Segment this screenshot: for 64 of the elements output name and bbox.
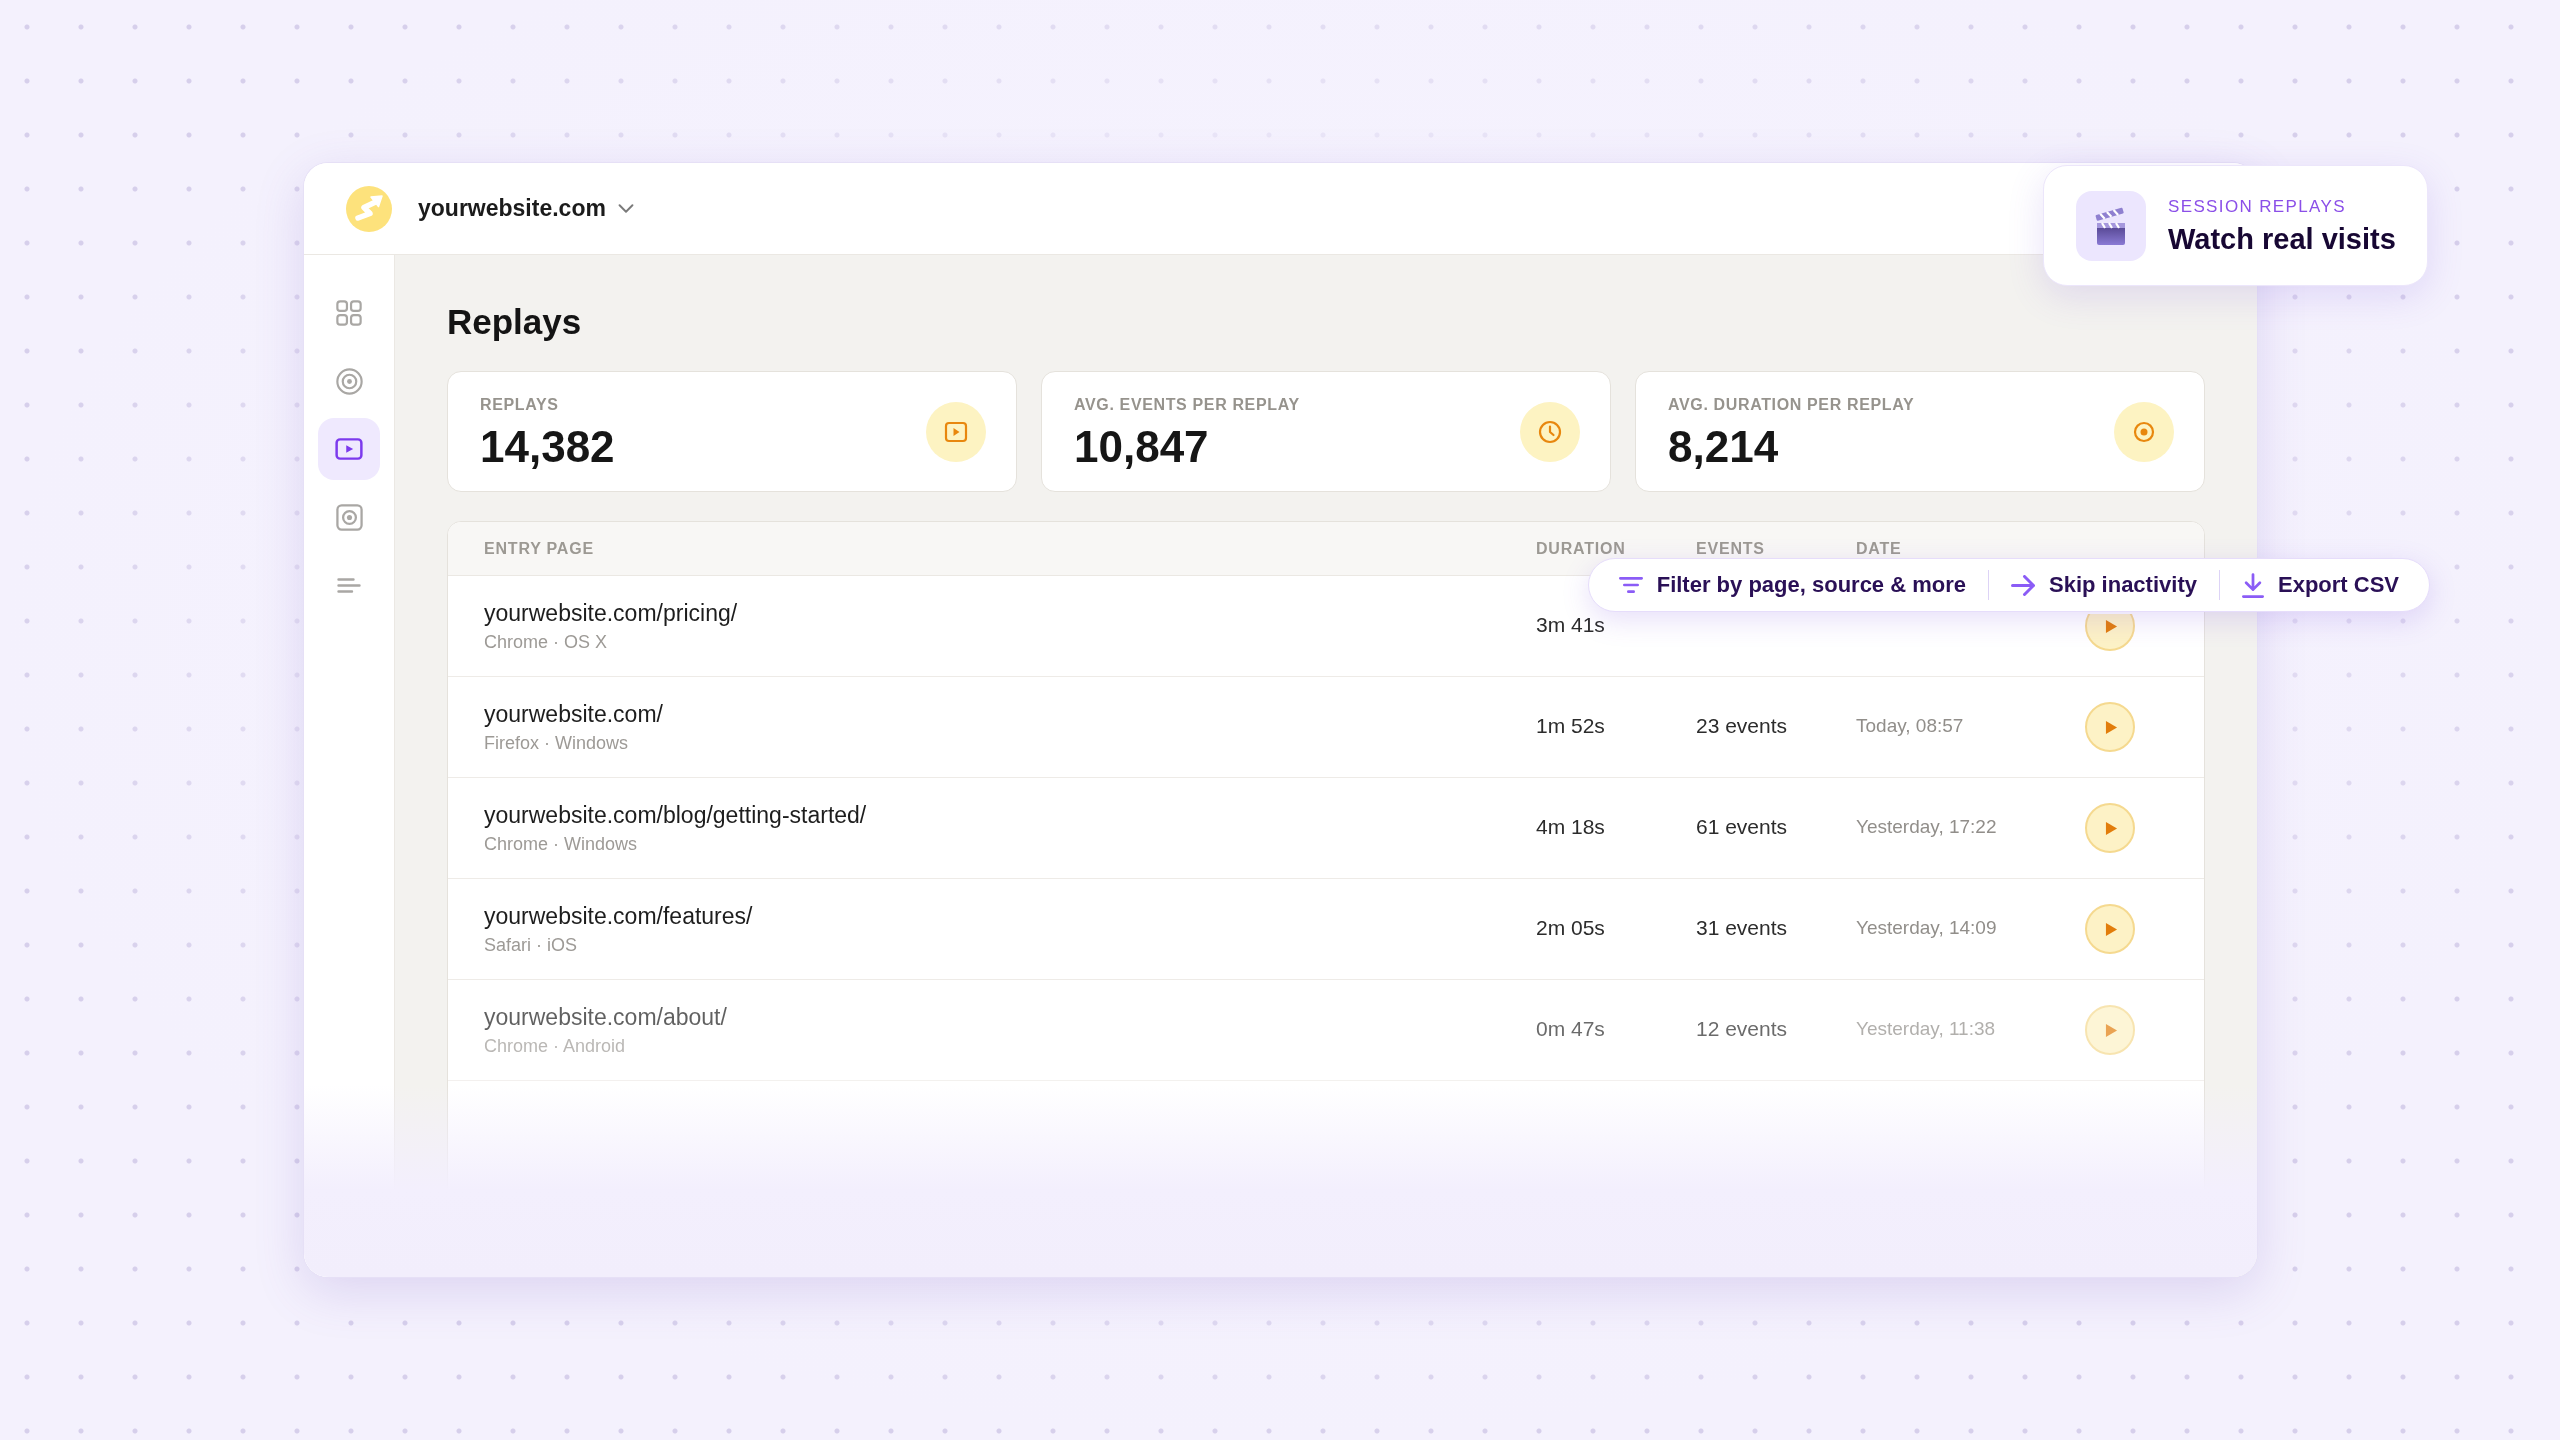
browser-os-text: Firefox · Windows: [484, 733, 629, 752]
date-cell: Yesterday, 14:09: [1856, 917, 1997, 938]
filter-button[interactable]: Filter by page, source & more: [1618, 574, 1966, 596]
clock-icon: [1520, 401, 1580, 462]
entry-page: yourwebsite.com/about/: [484, 1005, 727, 1029]
target-icon: [335, 367, 363, 395]
duration-cell: 1m 52s: [1536, 713, 1605, 737]
events-cell: 31 events: [1696, 915, 1788, 939]
arrow-right-icon: [2011, 574, 2035, 596]
badge-eyebrow: SESSION REPLAYS: [2168, 197, 2346, 215]
events-cell: 61 events: [1696, 814, 1788, 838]
date-cell: Yesterday, 17:22: [1856, 816, 1997, 837]
download-icon: [2241, 572, 2264, 598]
play-icon: [2105, 719, 2118, 735]
stat-value: 10,847: [1074, 424, 1210, 469]
column-header: DATE: [1856, 539, 1902, 557]
clapperboard-icon: [2076, 190, 2146, 261]
duration-cell: 2m 05s: [1536, 915, 1605, 939]
date-cell: Today, 08:57: [1856, 715, 1964, 736]
browser-os-text: Safari · iOS: [484, 935, 578, 954]
column-header: ENTRY PAGE: [484, 539, 594, 557]
play-icon: [2105, 1022, 2118, 1038]
play-icon: [335, 438, 363, 460]
entry-page: yourwebsite.com/blog/getting-started/: [484, 803, 867, 827]
lines-icon: [337, 577, 361, 593]
stat-value: 14,382: [480, 424, 615, 469]
target-icon: [2114, 401, 2174, 462]
stat-label: REPLAYS: [480, 396, 560, 413]
entry-page: yourwebsite.com/pricing/: [484, 601, 738, 625]
play-icon: [2105, 820, 2118, 836]
play-icon: [2105, 921, 2118, 937]
play-button[interactable]: [2085, 803, 2135, 853]
chevron-down-icon: [617, 204, 634, 213]
stat-label: AVG. DURATION PER REPLAY: [1668, 396, 1915, 413]
filter-icon: [1618, 577, 1643, 593]
play-button[interactable]: [2085, 614, 2135, 651]
export-button[interactable]: Export CSV: [2241, 572, 2399, 598]
duration-cell: 0m 47s: [1536, 1016, 1605, 1040]
play-icon: [2105, 618, 2118, 634]
skip-inactivity-button[interactable]: Skip inactivity: [2011, 574, 2197, 596]
site-selector[interactable]: yourwebsite.com: [418, 197, 634, 220]
page-title: Replays: [447, 301, 582, 343]
column-header: DURATION: [1536, 539, 1626, 557]
play-icon: [926, 401, 986, 462]
entry-page: yourwebsite.com/features/: [484, 904, 753, 928]
browser-os-text: Chrome · Windows: [484, 834, 638, 853]
nav-button[interactable]: [318, 418, 380, 480]
entry-page: yourwebsite.com/: [484, 702, 663, 726]
browser-os-text: Chrome · OS X: [484, 632, 608, 651]
grid-icon: [336, 300, 362, 326]
play-button[interactable]: [2085, 904, 2135, 954]
browser-os-text: Chrome · Android: [484, 1036, 626, 1055]
events-cell: 12 events: [1696, 1016, 1788, 1040]
play-button[interactable]: [2085, 1005, 2135, 1055]
badge-title: Watch real visits: [2168, 224, 2396, 254]
duration-cell: 3m 41s: [1536, 612, 1605, 636]
column-header: EVENTS: [1696, 539, 1765, 557]
date-cell: Yesterday, 11:38: [1856, 1018, 1996, 1039]
stat-label: AVG. EVENTS PER REPLAY: [1074, 396, 1300, 413]
stat-value: 8,214: [1668, 424, 1780, 469]
duration-cell: 4m 18s: [1536, 814, 1605, 838]
events-cell: 23 events: [1696, 713, 1788, 737]
logo-icon: [346, 185, 392, 232]
play-button[interactable]: [2085, 702, 2135, 752]
